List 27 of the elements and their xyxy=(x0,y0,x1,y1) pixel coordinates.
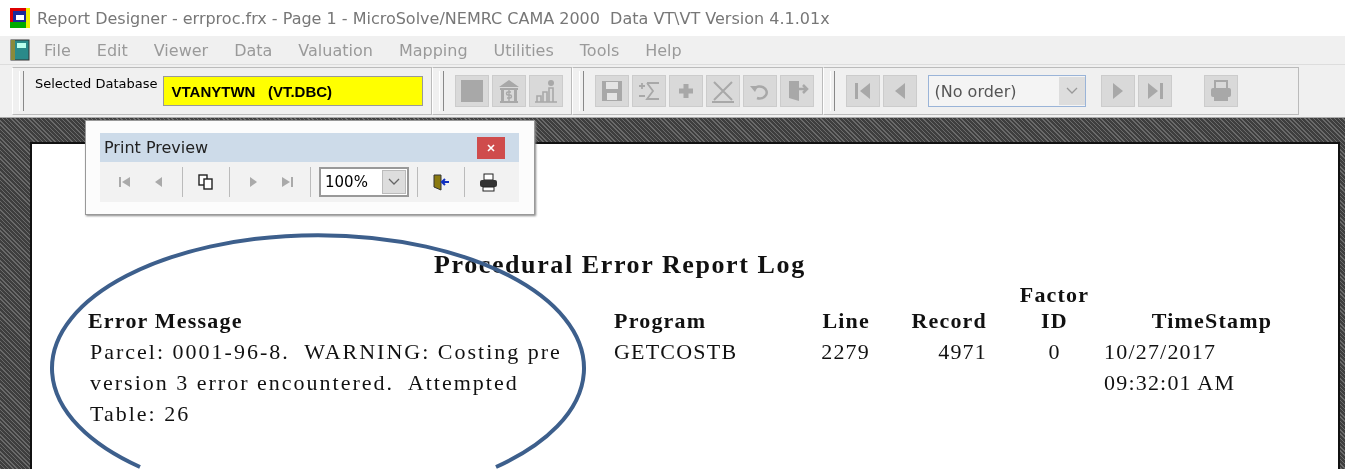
close-button[interactable] xyxy=(477,136,505,159)
column-header: Line xyxy=(821,307,870,335)
table-cell-text: Parcel: 0001-96-8. WARNING: Costing pre version 3 error encountered. Attempted Table: 26 xyxy=(89,338,563,428)
table-cell-text: 0 xyxy=(1047,338,1062,366)
print-icon xyxy=(478,172,498,192)
database-label: Selected Database xyxy=(35,76,158,91)
app-icon xyxy=(10,8,30,28)
close-icon xyxy=(487,143,495,152)
table-cell-text: 2279 xyxy=(820,338,870,366)
table-cell-text: 4971 xyxy=(937,338,987,366)
book-icon xyxy=(10,39,30,61)
pages-icon xyxy=(196,172,216,192)
exit-icon xyxy=(431,172,451,192)
zoom-dropdown[interactable]: 100% xyxy=(319,167,409,197)
column-header: Error Message xyxy=(88,307,244,335)
window-title: Print Preview xyxy=(104,138,209,157)
table-cell-text: 10/27/2017 09:32:01 AM xyxy=(1103,338,1237,397)
window-title: Report Designer - errproc.frx - Page 1 - MicroSolve/NEMRC CAMA 2000 Data VT\VT Version 4.1.01x xyxy=(37,8,830,28)
chevron-down-icon xyxy=(388,178,400,186)
database-field[interactable]: VTANYTWN (VT.DBC) xyxy=(162,76,423,106)
column-header: TimeStamp xyxy=(1150,307,1274,335)
chevron-down-icon xyxy=(1065,87,1078,95)
column-header: Factor ID xyxy=(1018,281,1091,335)
order-dropdown[interactable]: (No order) xyxy=(927,75,1086,107)
column-header: Record xyxy=(910,307,987,335)
table-cell-text: GETCOSTB xyxy=(613,338,739,366)
column-header: Program xyxy=(613,307,708,335)
